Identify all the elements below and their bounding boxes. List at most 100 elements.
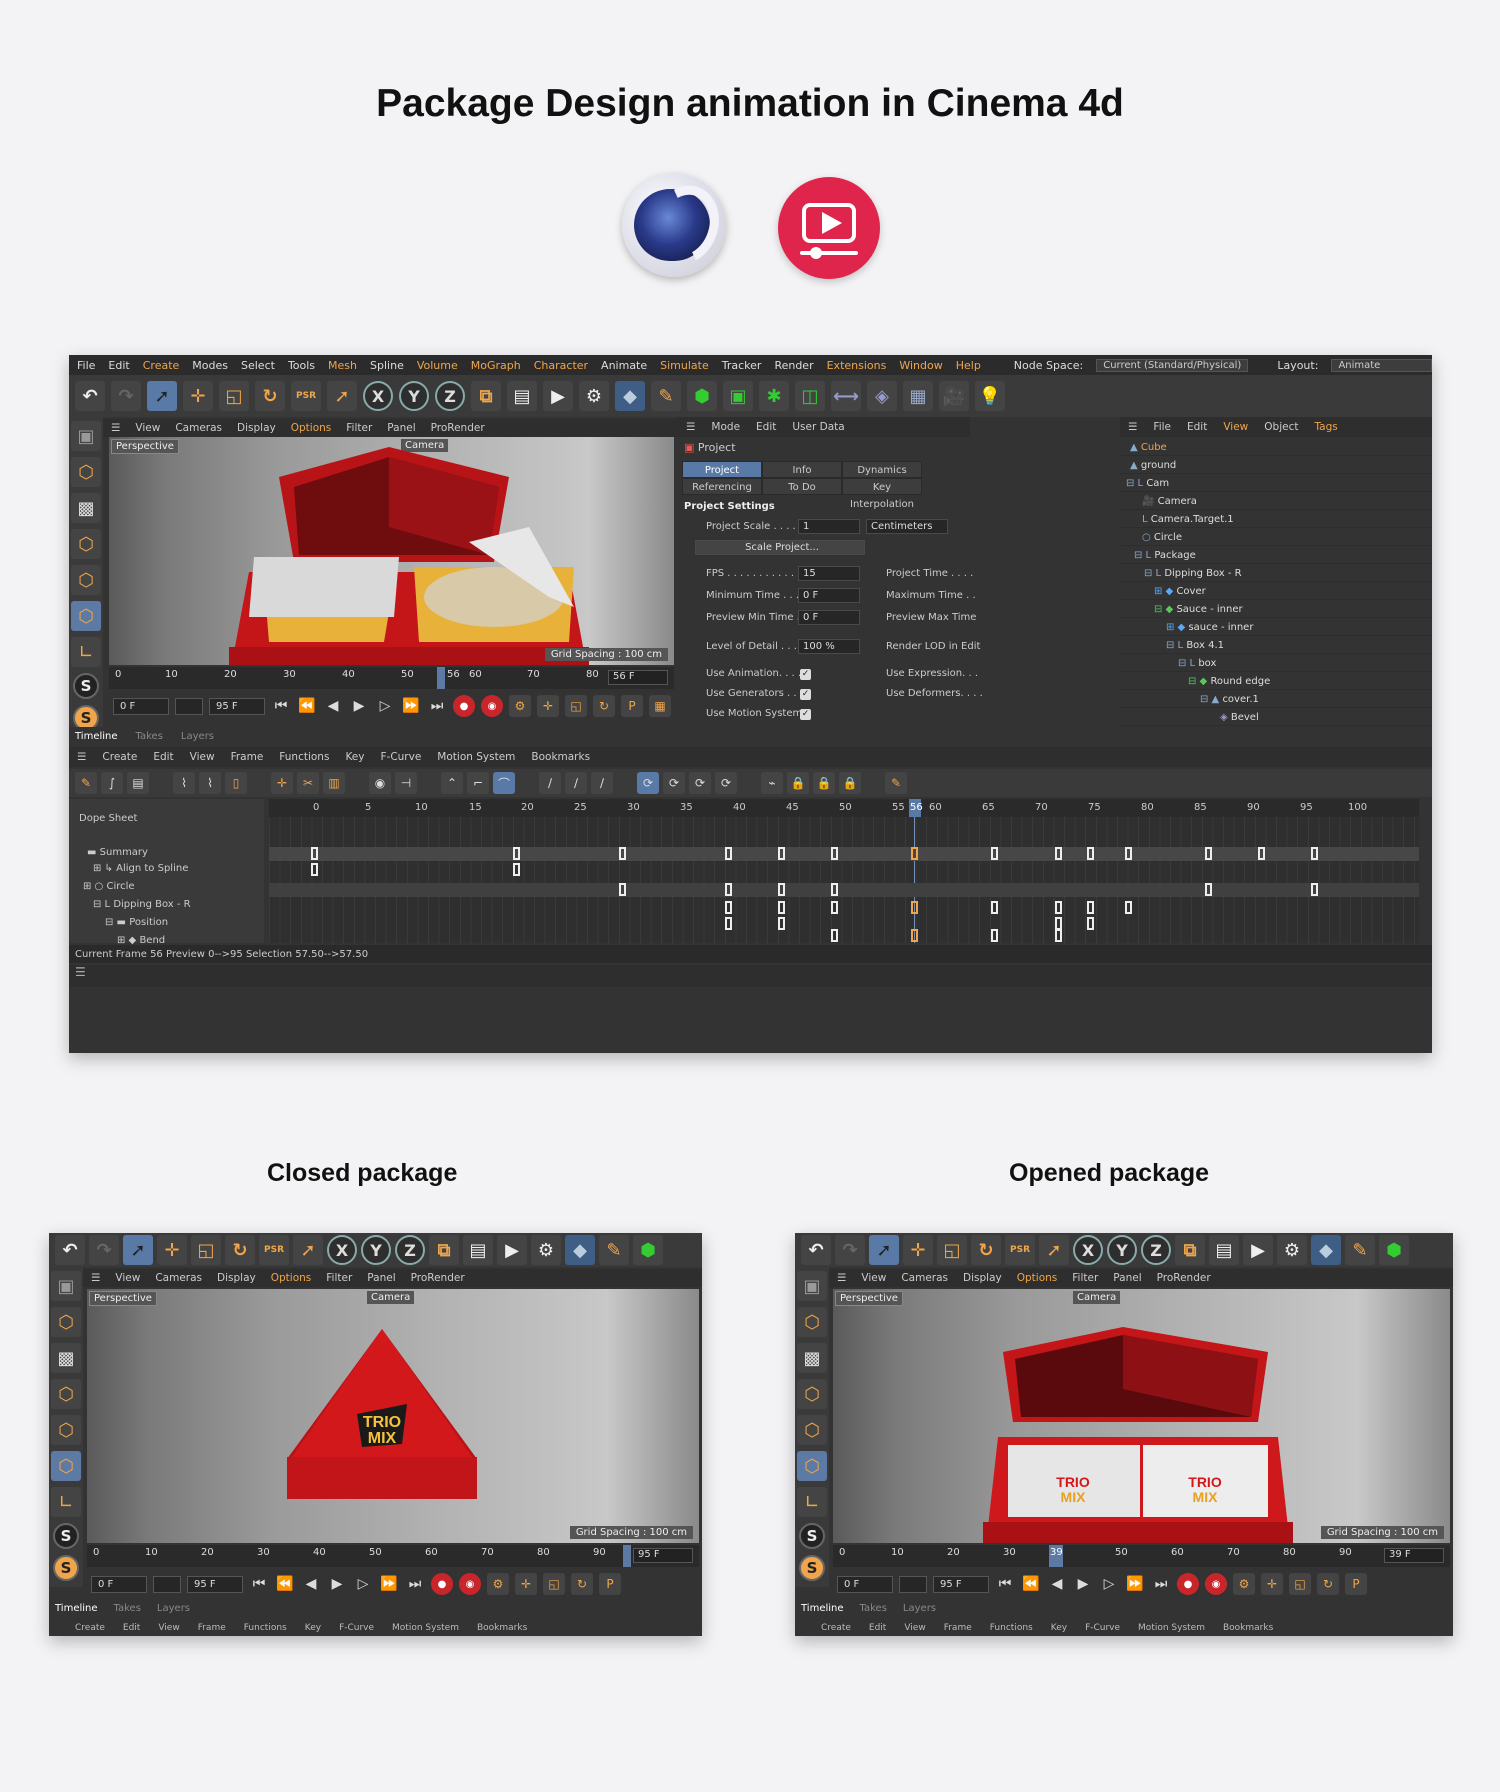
live-select-icon[interactable]: ➚ xyxy=(293,1235,323,1265)
polygons-mode-icon[interactable]: ⬡ xyxy=(51,1451,81,1481)
range-icon[interactable]: ▯ xyxy=(225,772,247,794)
psr-icon[interactable]: PSR xyxy=(259,1235,289,1265)
frame-field[interactable]: 39 F xyxy=(1384,1548,1444,1563)
end-frame-field[interactable]: 95 F xyxy=(933,1575,989,1593)
menu-help[interactable]: Help xyxy=(956,359,981,372)
object-row[interactable]: ⊟ L Package xyxy=(1120,547,1432,564)
mute-icon[interactable]: 🔒 xyxy=(839,772,861,794)
viewport-menu-icon[interactable]: ☰ xyxy=(837,1272,846,1284)
scale-icon[interactable]: ◱ xyxy=(191,1235,221,1265)
keyframe[interactable] xyxy=(778,901,785,914)
lock-tangents-icon[interactable]: ⟳ xyxy=(715,772,737,794)
tab-dynamics[interactable]: Dynamics xyxy=(842,461,922,478)
object-row[interactable]: ○ Circle xyxy=(1120,529,1432,546)
vp-menu-cameras[interactable]: Cameras xyxy=(901,1272,948,1284)
keyframe[interactable] xyxy=(1087,917,1094,930)
coordinate-system-icon[interactable]: ⧉ xyxy=(471,381,501,411)
menu-modes[interactable]: Modes xyxy=(192,359,228,372)
obj-menu-icon[interactable]: ☰ xyxy=(1128,421,1137,433)
texture-mode-icon[interactable]: ▩ xyxy=(71,493,101,523)
keyframe[interactable] xyxy=(1055,901,1062,914)
keyframe[interactable] xyxy=(725,883,732,896)
rotate-icon[interactable]: ↻ xyxy=(225,1235,255,1265)
render-view-icon[interactable]: ▶ xyxy=(497,1235,527,1265)
lock-value-icon[interactable]: 🔒 xyxy=(813,772,835,794)
x-axis-lock-icon[interactable]: X xyxy=(363,381,393,411)
use-motion-checkbox[interactable]: ✓ xyxy=(800,709,811,720)
play-icon[interactable]: ▶ xyxy=(349,696,369,716)
menu-animate[interactable]: Animate xyxy=(601,359,647,372)
auto-key-icon[interactable]: ◉ xyxy=(481,695,503,717)
tab-layers[interactable]: Layers xyxy=(157,1603,190,1614)
obj-menu-file[interactable]: File xyxy=(1153,421,1171,433)
extrude-icon[interactable]: ▣ xyxy=(723,381,753,411)
range-slider[interactable] xyxy=(899,1575,927,1593)
live-select-icon[interactable]: ➚ xyxy=(327,381,357,411)
points-mode-icon[interactable]: ⬡ xyxy=(797,1379,827,1409)
menu-tools[interactable]: Tools xyxy=(288,359,315,372)
keyframe[interactable] xyxy=(619,883,626,896)
attr-menu-edit[interactable]: Edit xyxy=(756,421,776,433)
pen-icon[interactable]: ✎ xyxy=(651,381,681,411)
prev-frame-icon[interactable]: ◀ xyxy=(1047,1574,1067,1594)
min-time-input[interactable]: 0 F xyxy=(798,588,860,603)
next-frame-icon[interactable]: ▷ xyxy=(353,1574,373,1594)
keyframe[interactable] xyxy=(1055,847,1062,860)
tab-layers[interactable]: Layers xyxy=(181,731,214,742)
z-axis-lock-icon[interactable]: Z xyxy=(1141,1235,1171,1265)
rotation-key-icon[interactable]: ↻ xyxy=(593,695,615,717)
tl-menu-fcurve[interactable]: F-Curve xyxy=(339,1623,374,1633)
key-reduction-icon[interactable]: ◉ xyxy=(369,772,391,794)
subdivision-icon[interactable]: ⬢ xyxy=(633,1235,663,1265)
vp-menu-view[interactable]: View xyxy=(135,422,160,434)
tl-menu-fcurve[interactable]: F-Curve xyxy=(1085,1623,1120,1633)
prev-key-icon[interactable]: ⏪ xyxy=(297,696,317,716)
points-mode-icon[interactable]: ⬡ xyxy=(51,1379,81,1409)
overshoot-icon[interactable]: ⟳ xyxy=(663,772,685,794)
keyframe[interactable] xyxy=(778,847,785,860)
render-view-icon[interactable]: ▶ xyxy=(543,381,573,411)
object-row[interactable]: ⊟ ▲ cover.1 xyxy=(1120,691,1432,708)
keyframe-selected[interactable] xyxy=(911,901,918,914)
z-axis-lock-icon[interactable]: Z xyxy=(435,381,465,411)
autokey-tool-icon[interactable]: ✎ xyxy=(885,772,907,794)
undo-icon[interactable]: ↶ xyxy=(55,1235,85,1265)
live-select-icon[interactable]: ➚ xyxy=(1039,1235,1069,1265)
vp-menu-filter[interactable]: Filter xyxy=(326,1272,352,1284)
vp-menu-panel[interactable]: Panel xyxy=(367,1272,395,1284)
start-frame-field[interactable]: 0 F xyxy=(91,1575,147,1593)
keyframe[interactable] xyxy=(1205,883,1212,896)
object-row[interactable]: L Camera.Target.1 xyxy=(1120,511,1432,528)
select-arrow-icon[interactable]: ➚ xyxy=(147,381,177,411)
menu-mesh[interactable]: Mesh xyxy=(328,359,357,372)
snap-icon[interactable]: S xyxy=(53,1523,79,1549)
main-viewport[interactable]: Perspective Camera Grid Spacing : 100 cm xyxy=(109,437,674,665)
vp-menu-view[interactable]: View xyxy=(115,1272,140,1284)
object-row[interactable]: ⊟ ◆ Sauce - inner xyxy=(1120,601,1432,618)
range-slider[interactable] xyxy=(175,697,203,715)
axis-mode-icon[interactable]: ∟ xyxy=(51,1487,81,1517)
go-to-end-icon[interactable]: ⏭ xyxy=(1151,1574,1171,1594)
tab-referencing[interactable]: Referencing xyxy=(682,478,762,495)
move-icon[interactable]: ✛ xyxy=(157,1235,187,1265)
camera-icon[interactable]: 🎥 xyxy=(939,381,969,411)
model-mode-icon[interactable]: ⬡ xyxy=(797,1307,827,1337)
vp-menu-cameras[interactable]: Cameras xyxy=(175,422,222,434)
use-animation-checkbox[interactable]: ✓ xyxy=(800,669,811,680)
scale-key-icon[interactable]: ◱ xyxy=(543,1573,565,1595)
fcurve-mode-icon[interactable]: ∫ xyxy=(101,772,123,794)
vp-menu-view[interactable]: View xyxy=(861,1272,886,1284)
keyframe[interactable] xyxy=(1125,847,1132,860)
keyframe[interactable] xyxy=(311,847,318,860)
tl-menu-key[interactable]: Key xyxy=(1051,1623,1067,1633)
play-icon[interactable]: ▶ xyxy=(327,1574,347,1594)
keyframe-selected[interactable] xyxy=(911,929,918,942)
ease-icon[interactable]: ⌐ xyxy=(467,772,489,794)
play-icon[interactable]: ▶ xyxy=(1073,1574,1093,1594)
polygons-mode-icon[interactable]: ⬡ xyxy=(71,601,101,631)
cloner-icon[interactable]: ✱ xyxy=(759,381,789,411)
tl-menu-bookmarks[interactable]: Bookmarks xyxy=(477,1623,527,1633)
edges-mode-icon[interactable]: ⬡ xyxy=(51,1415,81,1445)
vp-menu-options[interactable]: Options xyxy=(291,422,332,434)
break-tangents-icon[interactable]: ⌁ xyxy=(761,772,783,794)
